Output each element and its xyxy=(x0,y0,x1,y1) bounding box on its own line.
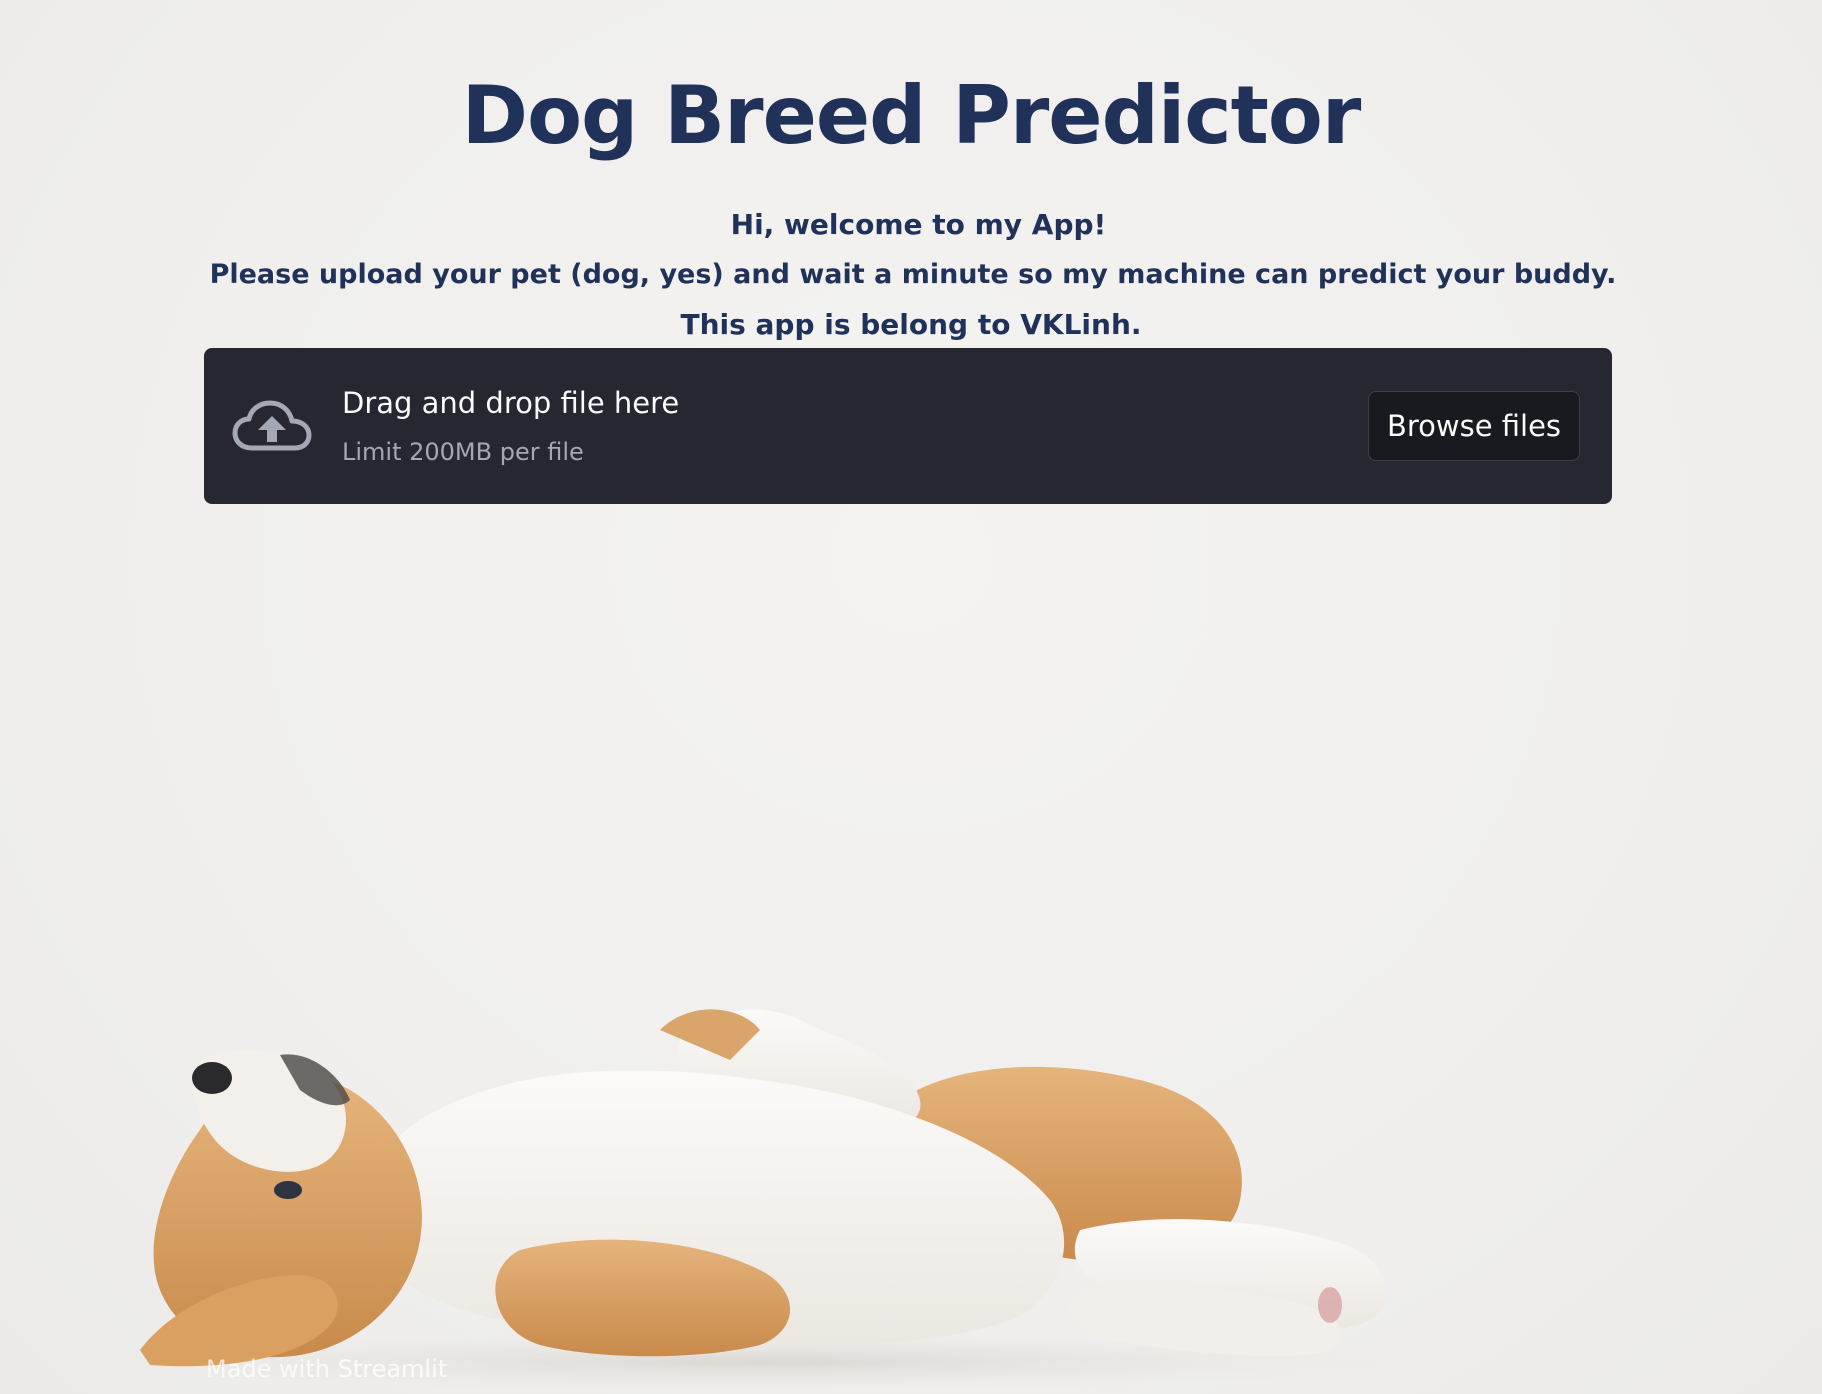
intro-instructions-line: Please upload your pet (dog, yes) and wa… xyxy=(209,259,1617,290)
file-size-limit: Limit 200MB per file xyxy=(342,438,584,466)
browse-files-button[interactable]: Browse files xyxy=(1368,391,1580,461)
streamlit-link[interactable]: Streamlit xyxy=(338,1355,448,1383)
page-title: Dog Breed Predictor xyxy=(461,69,1362,162)
cloud-upload-icon xyxy=(232,400,312,451)
dropzone-instructions: Drag and drop file here xyxy=(342,386,680,420)
intro-text: Hi, welcome to my App! Please upload you… xyxy=(0,200,1822,350)
intro-owner-line: This app is belong to VKLinh. xyxy=(680,308,1142,341)
intro-welcome-line: Hi, welcome to my App! xyxy=(730,208,1107,241)
footer: Made with Streamlit xyxy=(206,1355,447,1383)
footer-prefix: Made with xyxy=(206,1355,338,1383)
